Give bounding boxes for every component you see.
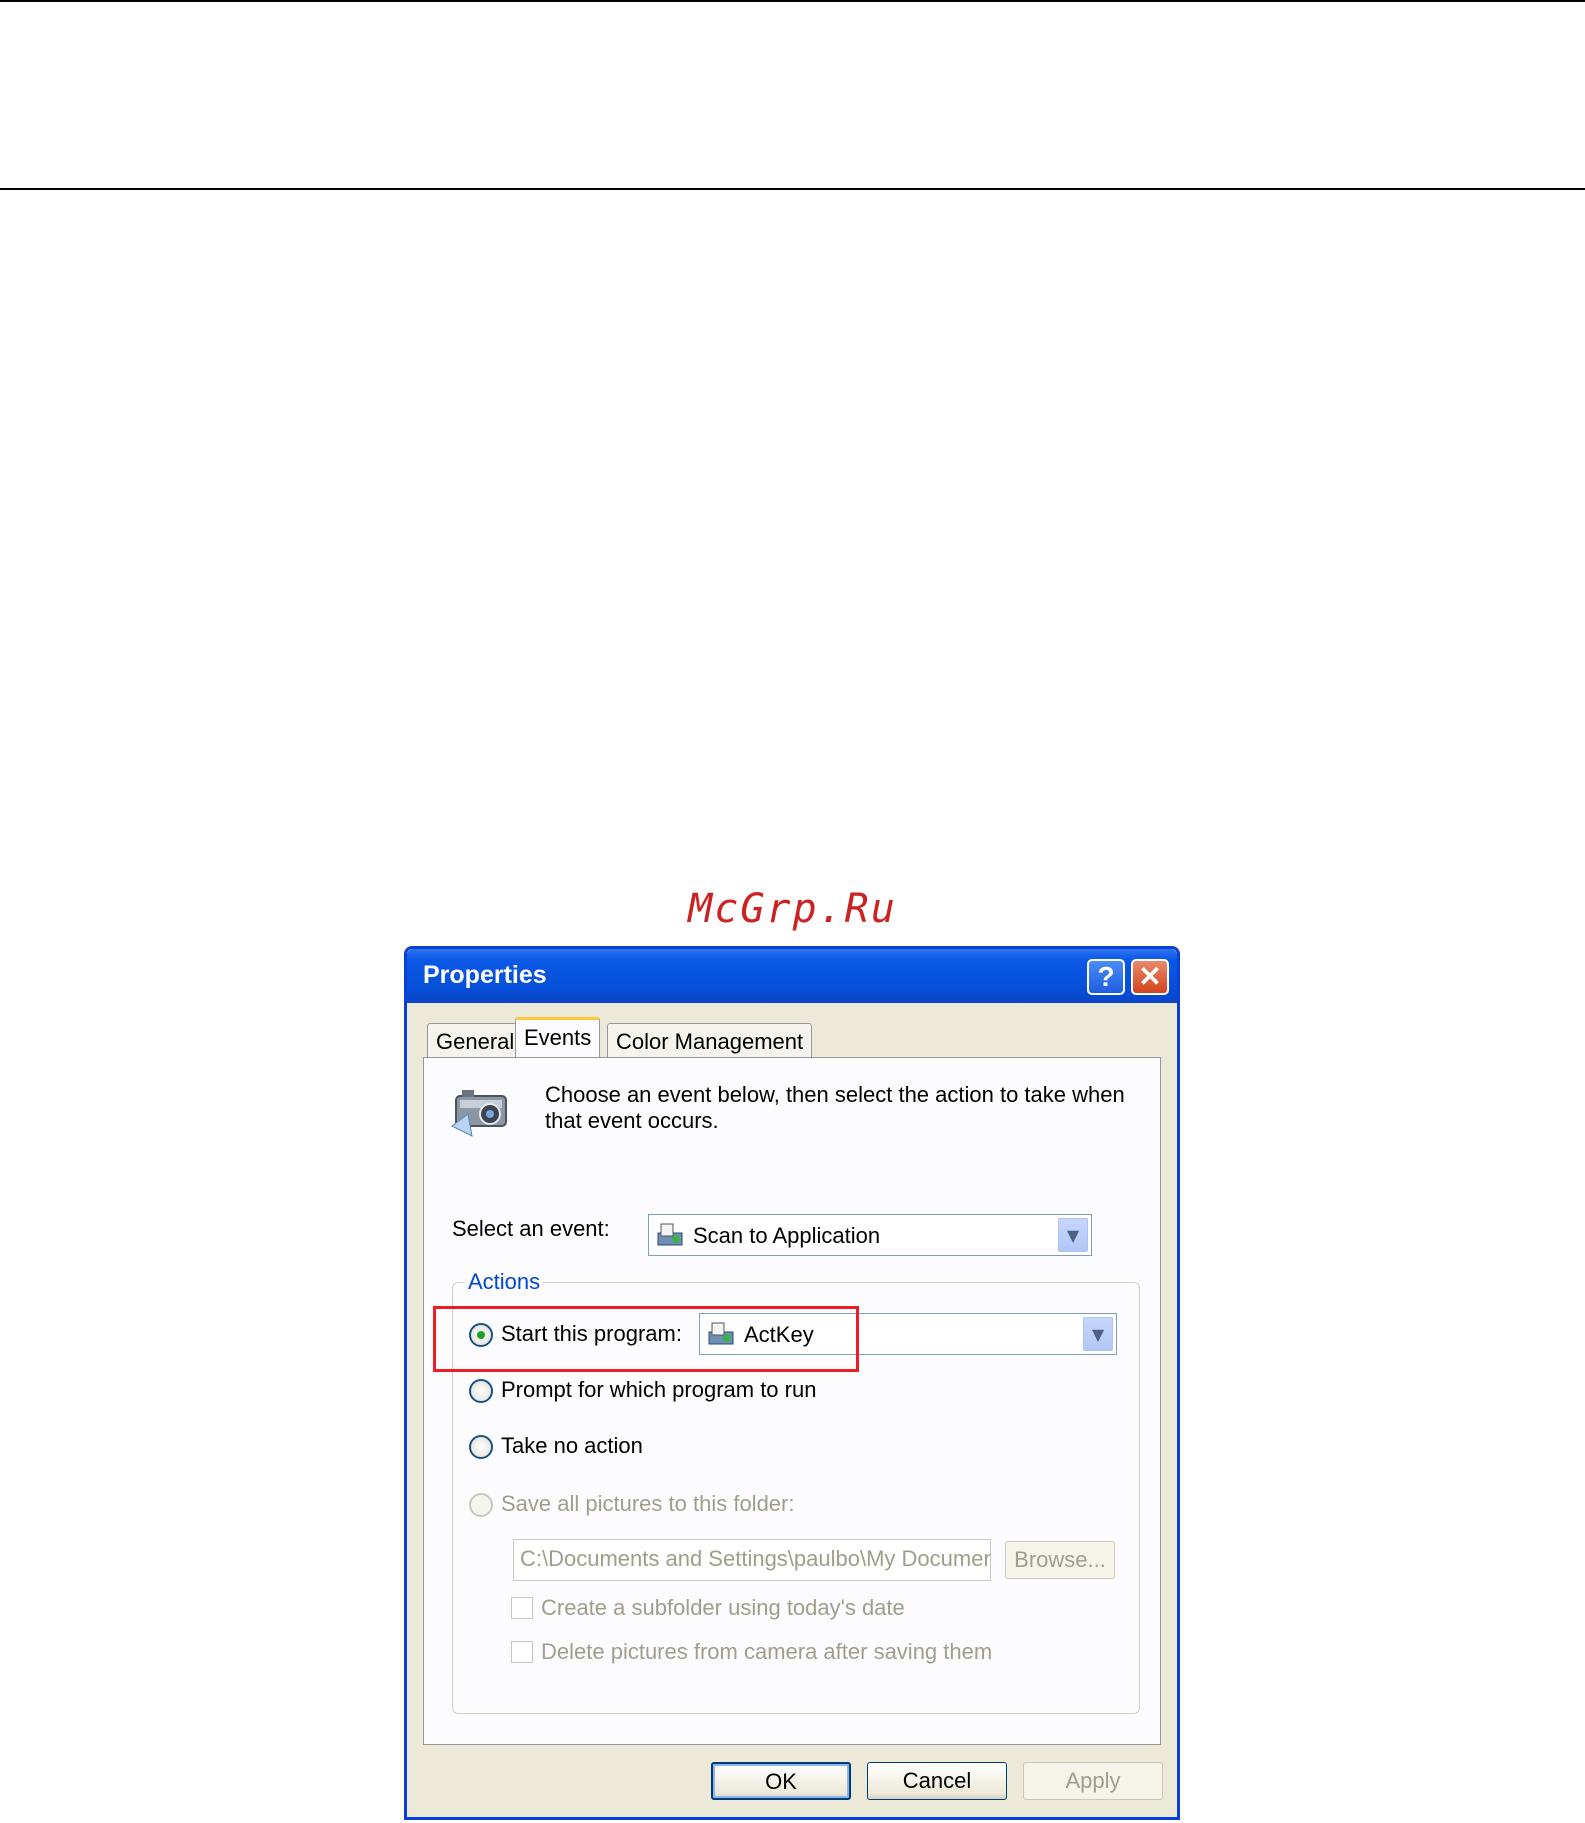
top-rule [0,0,1585,2]
cancel-button[interactable]: Cancel [867,1762,1007,1800]
watermark: McGrp.Ru [688,886,897,932]
tab-color-management-label: Color Management [616,1029,804,1054]
subfolder-label: Create a subfolder using today's date [541,1595,905,1620]
delete-pictures-label: Delete pictures from camera after saving… [541,1639,993,1664]
chevron-down-icon[interactable]: ▼ [1083,1317,1113,1351]
tab-color-management[interactable]: Color Management [607,1023,813,1057]
events-panel: Choose an event below, then select the a… [423,1057,1161,1745]
title-bar[interactable]: Properties ? ✕ [407,949,1177,1003]
scanner-icon [657,1223,683,1246]
browse-button[interactable]: Browse... [1005,1541,1115,1579]
red-highlight-box [433,1306,859,1372]
header-rule [0,188,1585,190]
ok-button[interactable]: OK [711,1762,851,1800]
tab-events[interactable]: Events [515,1017,601,1057]
subfolder-checkbox[interactable] [511,1597,533,1619]
select-event-label: Select an event: [452,1216,610,1241]
properties-dialog: Properties ? ✕ General Events Color Mana… [404,946,1180,1820]
close-icon: ✕ [1138,961,1162,992]
no-action-radio[interactable] [469,1435,493,1459]
save-pictures-radio[interactable] [469,1493,493,1517]
delete-pictures-checkbox[interactable] [511,1641,533,1663]
question-icon: ? [1097,961,1115,992]
actions-group-label: Actions [465,1269,544,1295]
event-select[interactable]: Scan to Application ▼ [648,1214,1092,1256]
folder-path-field[interactable]: C:\Documents and Settings\paulbo\My Docu… [513,1539,991,1581]
tab-general-label: General [436,1029,515,1054]
prompt-program-radio[interactable] [469,1379,493,1403]
event-select-value: Scan to Application [693,1223,881,1248]
no-action-label[interactable]: Take no action [501,1433,643,1459]
apply-button[interactable]: Apply [1023,1762,1163,1800]
tab-general[interactable]: General [427,1023,524,1057]
close-button[interactable]: ✕ [1131,959,1169,995]
save-pictures-label: Save all pictures to this folder: [501,1491,795,1516]
chevron-down-icon[interactable]: ▼ [1058,1218,1088,1252]
prompt-program-label[interactable]: Prompt for which program to run [501,1377,816,1403]
event-description: Choose an event below, then select the a… [545,1082,1125,1133]
help-button[interactable]: ? [1087,959,1125,995]
dialog-title: Properties [423,961,547,989]
camera-icon [451,1090,507,1137]
tab-events-label: Events [524,1025,592,1050]
